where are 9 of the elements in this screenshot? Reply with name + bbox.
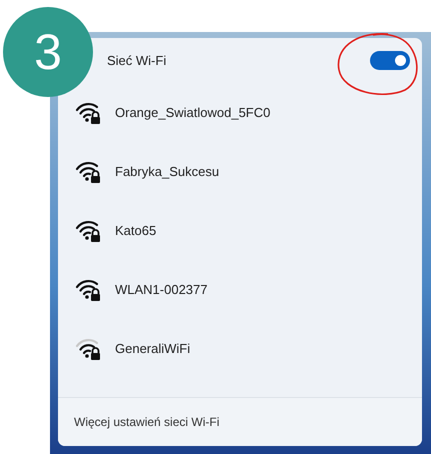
- step-number-badge: 3: [3, 7, 93, 97]
- network-name[interactable]: WLAN1-002377: [115, 282, 208, 297]
- network-name[interactable]: GeneraliWiFi: [115, 341, 190, 356]
- network-name[interactable]: Orange_Swiatlowod_5FC0: [115, 105, 270, 120]
- wifi-toggle[interactable]: [370, 51, 410, 70]
- network-name[interactable]: Fabryka_Sukcesu: [115, 164, 220, 179]
- more-settings-link[interactable]: Więcej ustawień sieci Wi-Fi: [74, 415, 220, 429]
- panel-title: Sieć Wi-Fi: [107, 53, 166, 68]
- network-name[interactable]: Kato65: [115, 223, 156, 238]
